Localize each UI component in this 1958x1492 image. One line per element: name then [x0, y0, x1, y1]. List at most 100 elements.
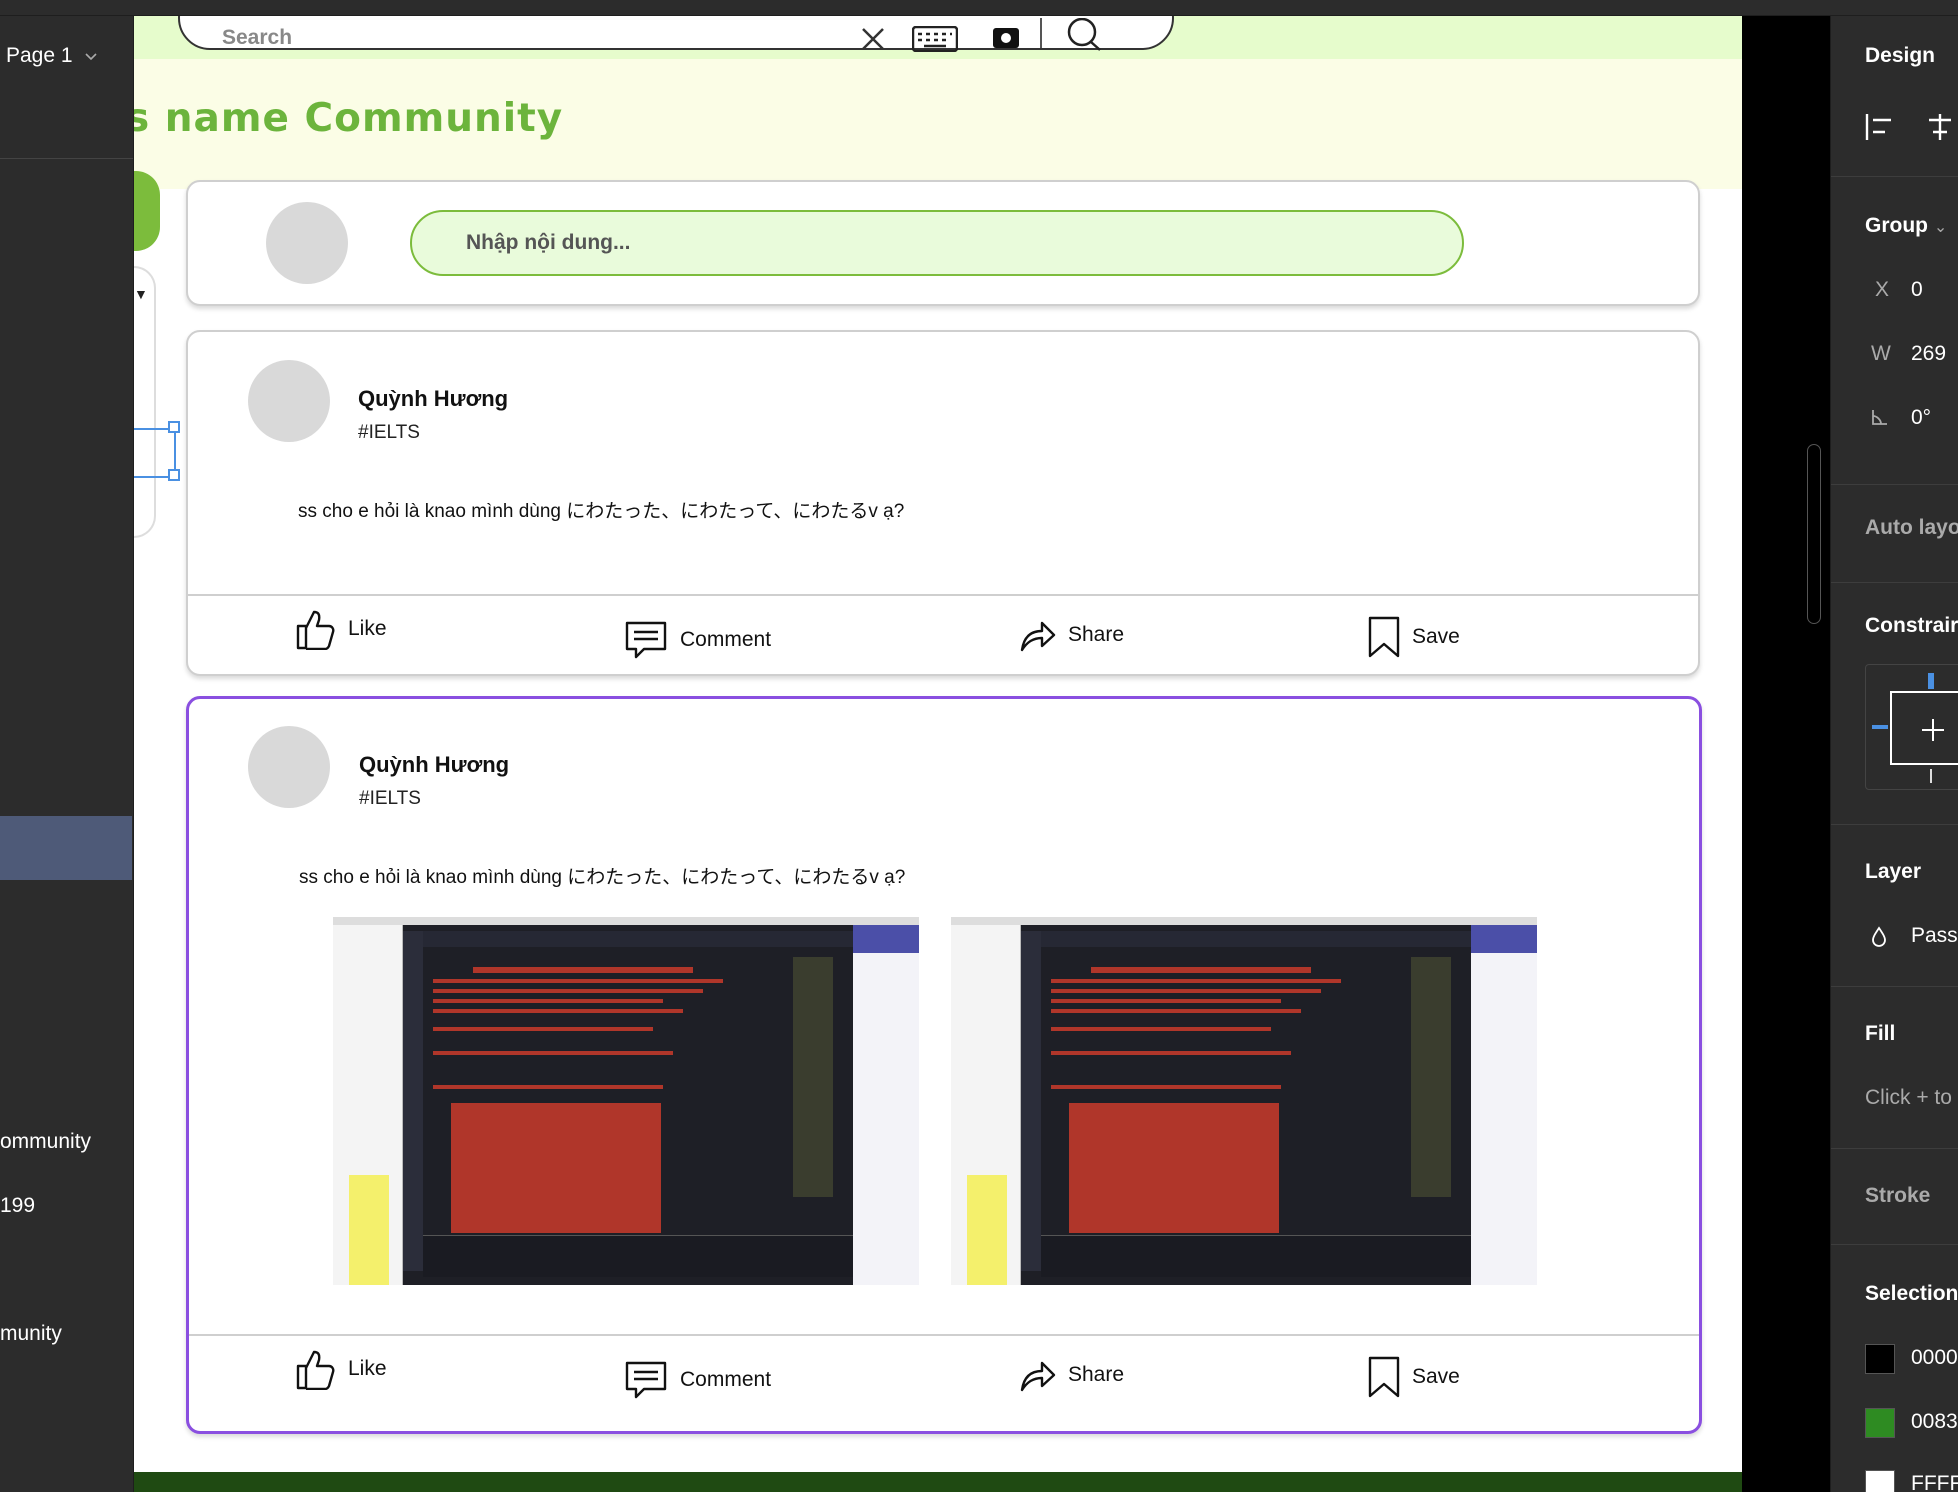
panel-divider	[1831, 176, 1958, 177]
menubar	[333, 917, 919, 925]
panel-divider	[1831, 1148, 1958, 1149]
post-card-selected[interactable]: Quỳnh Hương #IELTS ss cho e hỏi là knao …	[186, 696, 1702, 1434]
spreadsheet-area	[951, 925, 1021, 1285]
layer-mode[interactable]: Pass	[1911, 924, 1958, 948]
bookmark-icon	[1368, 616, 1400, 658]
footer-band	[134, 1472, 1742, 1492]
post-actions: Like Comment Share Save	[188, 594, 1698, 676]
save-button[interactable]: Save	[1368, 616, 1460, 658]
spreadsheet-area	[333, 925, 403, 1285]
x-label: X	[1875, 278, 1890, 301]
save-label: Save	[1412, 1365, 1460, 1388]
post-card: Quỳnh Hương #IELTS ss cho e hỏi là knao …	[186, 330, 1700, 676]
align-left-icon[interactable]	[1865, 112, 1895, 142]
selection-handle[interactable]	[168, 421, 180, 433]
post-actions: Like Comment Share Save	[189, 1334, 1699, 1416]
color-hex[interactable]: FFFF	[1911, 1472, 1958, 1492]
comment-button[interactable]: Comment	[624, 620, 771, 660]
rotation-field[interactable]: 0°	[1911, 406, 1931, 430]
comment-label: Comment	[680, 1368, 772, 1391]
comment-label: Comment	[680, 628, 772, 651]
post-tag[interactable]: #IELTS	[358, 422, 420, 444]
like-label: Like	[348, 617, 387, 640]
search-placeholder: Search	[222, 26, 293, 49]
sidebar-button-partial[interactable]	[134, 171, 160, 251]
dropdown-arrow-icon[interactable]: ▼	[134, 286, 148, 302]
x-field[interactable]: 0	[1911, 278, 1923, 302]
align-center-icon[interactable]	[1925, 112, 1955, 142]
terminal-panel	[423, 1235, 853, 1277]
avatar	[248, 726, 330, 808]
editor-tabs	[1041, 931, 1471, 947]
layer-item[interactable]: 199	[0, 1194, 35, 1218]
plus-icon	[1922, 719, 1944, 741]
post-username[interactable]: Quỳnh Hương	[359, 752, 509, 778]
close-icon[interactable]	[860, 26, 886, 52]
color-hex[interactable]: 0083	[1911, 1410, 1958, 1434]
terminal-panel	[1041, 1235, 1471, 1277]
comment-icon	[625, 621, 667, 659]
search-icon[interactable]	[1064, 18, 1104, 52]
bookmark-icon	[1368, 1356, 1400, 1398]
save-label: Save	[1412, 625, 1460, 648]
like-button[interactable]: Like	[296, 1348, 387, 1390]
color-hex[interactable]: 0000	[1911, 1346, 1958, 1370]
selected-layer-row[interactable]	[0, 816, 132, 880]
share-icon	[1020, 1361, 1056, 1392]
post-tag[interactable]: #IELTS	[359, 788, 421, 810]
constraints-widget[interactable]	[1865, 664, 1958, 790]
save-button[interactable]: Save	[1368, 1356, 1460, 1398]
teams-area	[853, 953, 919, 1285]
post-image[interactable]	[951, 917, 1537, 1285]
like-button[interactable]: Like	[296, 608, 387, 650]
w-label: W	[1871, 342, 1891, 365]
constraints-label: Constrair	[1865, 614, 1958, 637]
design-panel: Design Group ⌄ X 0 W 269 0° Auto layo Co…	[1830, 16, 1958, 1492]
color-swatch[interactable]	[1865, 1344, 1895, 1374]
group-label[interactable]: Group ⌄	[1865, 214, 1947, 238]
panel-divider	[1831, 986, 1958, 987]
rotation-icon	[1872, 410, 1887, 425]
w-field[interactable]: 269	[1911, 342, 1946, 366]
color-swatch[interactable]	[1865, 1470, 1895, 1492]
auto-layout-label[interactable]: Auto layo	[1865, 516, 1958, 540]
like-label: Like	[348, 1357, 387, 1380]
selection-colors-label: Selection	[1865, 1282, 1958, 1305]
editor-sidebar	[403, 931, 423, 1271]
sidebar-card-partial	[134, 266, 156, 538]
chevron-down-icon	[85, 53, 97, 61]
post-username[interactable]: Quỳnh Hương	[358, 386, 508, 412]
fill-label: Fill	[1865, 1022, 1896, 1045]
scrollbar[interactable]	[1807, 444, 1821, 624]
selection-handle[interactable]	[168, 469, 180, 481]
post-input[interactable]: Nhập nội dung...	[410, 210, 1464, 276]
menubar	[951, 917, 1537, 925]
comment-button[interactable]: Comment	[624, 1360, 771, 1400]
blend-mode-icon	[1872, 926, 1886, 947]
post-image[interactable]	[333, 917, 919, 1285]
share-button[interactable]: Share	[1020, 1358, 1124, 1392]
stroke-label[interactable]: Stroke	[1865, 1184, 1930, 1208]
teams-area	[1471, 953, 1537, 1285]
layer-item[interactable]: munity	[0, 1322, 62, 1346]
thumbs-up-icon	[296, 1350, 335, 1390]
layer-item[interactable]: ommunity	[0, 1130, 91, 1154]
page-label: Page 1	[6, 44, 73, 67]
camera-icon[interactable]	[992, 24, 1020, 50]
search-bar[interactable]: Search	[178, 16, 1174, 52]
search-divider	[1040, 18, 1042, 48]
share-icon	[1020, 621, 1056, 652]
post-text: ss cho e hỏi là knao mình dùng にわたった、にわた…	[299, 867, 906, 888]
teams-header	[853, 925, 919, 953]
fill-hint[interactable]: Click + to	[1865, 1086, 1952, 1110]
share-button[interactable]: Share	[1020, 618, 1124, 652]
design-canvas[interactable]: Search s name Community ▼ Nhập nội dung.…	[134, 16, 1742, 1492]
editor-tabs	[423, 931, 853, 947]
color-swatch[interactable]	[1865, 1408, 1895, 1438]
page-selector[interactable]: Page 1	[6, 44, 98, 68]
keyboard-icon[interactable]	[912, 26, 958, 52]
top-toolbar	[0, 0, 1958, 16]
design-tab[interactable]: Design	[1865, 44, 1935, 68]
share-label: Share	[1068, 1363, 1125, 1386]
post-composer: Nhập nội dung...	[186, 180, 1700, 306]
